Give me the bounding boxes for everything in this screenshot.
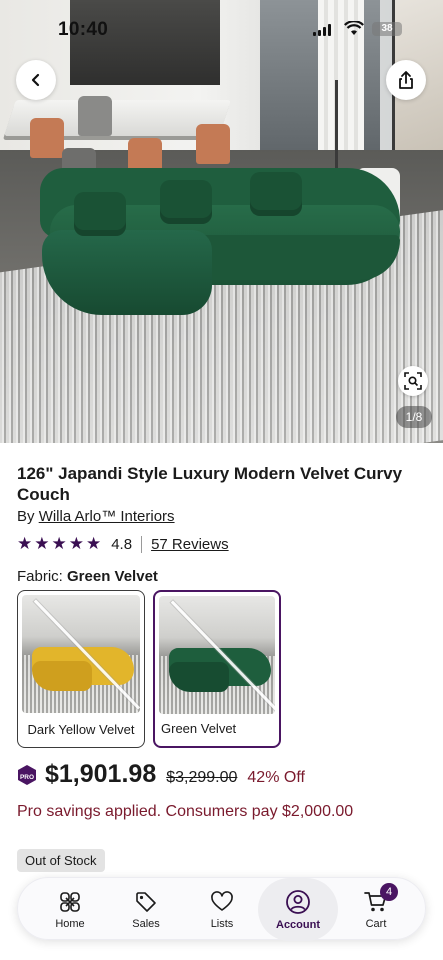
image-pillow	[74, 192, 126, 236]
pro-badge-icon: PRO	[18, 764, 36, 785]
rating-divider	[141, 535, 143, 553]
swatch-image	[159, 596, 275, 714]
status-bar: 10:40 38	[0, 0, 443, 60]
sale-price: $1,901.98	[45, 760, 157, 788]
account-icon	[286, 889, 310, 914]
image-pillow	[160, 180, 212, 224]
pro-badge-text: PRO	[20, 774, 34, 781]
byline: By Willa Arlo™ Interiors	[17, 508, 175, 525]
visual-search-icon	[404, 372, 422, 390]
nav-cart[interactable]: Cart 4	[336, 878, 416, 941]
product-image[interactable]	[0, 0, 443, 443]
nav-label: Lists	[210, 917, 234, 930]
heart-icon	[211, 890, 233, 911]
image-chair	[30, 118, 64, 158]
nav-label: Home	[55, 917, 85, 930]
battery-icon: 38	[372, 22, 402, 36]
fabric-label: Fabric:	[17, 568, 68, 585]
stock-status-badge: Out of Stock	[17, 849, 105, 872]
pro-savings-note: Pro savings applied. Consumers pay $2,00…	[17, 803, 354, 820]
nav-label: Account	[276, 918, 320, 931]
chevron-left-icon	[31, 73, 40, 87]
image-sofa-chaise	[180, 235, 400, 280]
status-time: 10:40	[58, 19, 109, 40]
swatch-dark-yellow-velvet[interactable]: Dark Yellow Velvet	[17, 590, 145, 748]
swatch-green-velvet[interactable]: Green Velvet	[153, 590, 281, 748]
image-sofa-arm	[42, 230, 212, 315]
fabric-value: Green Velvet	[67, 568, 158, 585]
image-counter: 1/8	[396, 406, 432, 428]
star-rating-icon: ★★★★★	[17, 534, 104, 553]
image-chair	[196, 124, 230, 164]
nav-label: Sales	[132, 917, 160, 930]
cart-count-badge: 4	[380, 883, 398, 901]
original-price: $3,299.00	[166, 769, 238, 786]
swatch-label: Green Velvet	[161, 721, 237, 736]
signal-icon	[313, 24, 331, 36]
share-icon	[399, 71, 413, 89]
swatch-image	[22, 595, 140, 713]
visual-search-button[interactable]	[398, 366, 428, 396]
nav-account[interactable]: Account	[258, 878, 338, 941]
swatch-label: Dark Yellow Velvet	[27, 722, 135, 737]
price-row: PRO $1,901.98 $3,299.00 42% Off	[17, 760, 305, 789]
discount-percent: 42% Off	[247, 769, 305, 786]
byline-prefix: By	[17, 508, 39, 525]
image-floor-lamp	[335, 80, 345, 180]
nav-label: Cart	[365, 917, 387, 930]
rating-value: 4.8	[111, 535, 133, 553]
reviews-link[interactable]: 57 Reviews	[151, 536, 229, 553]
home-icon	[60, 891, 80, 912]
product-title: 126" Japandi Style Luxury Modern Velvet …	[17, 464, 403, 504]
nav-home[interactable]: Home	[30, 878, 110, 941]
fabric-selection: Fabric: Green Velvet	[17, 568, 158, 585]
rating-row: ★★★★★ 4.8 57 Reviews	[17, 534, 229, 553]
brand-link[interactable]: Willa Arlo™ Interiors	[39, 508, 175, 525]
back-button[interactable]	[16, 60, 56, 100]
nav-lists[interactable]: Lists	[182, 878, 262, 941]
share-button[interactable]	[386, 60, 426, 100]
nav-sales[interactable]: Sales	[106, 878, 186, 941]
image-pillow	[250, 172, 302, 216]
wifi-icon	[344, 20, 364, 41]
image-chair	[78, 96, 112, 136]
tag-icon	[136, 891, 156, 912]
bottom-nav: Home Sales Lists Account Cart 4	[17, 877, 426, 941]
